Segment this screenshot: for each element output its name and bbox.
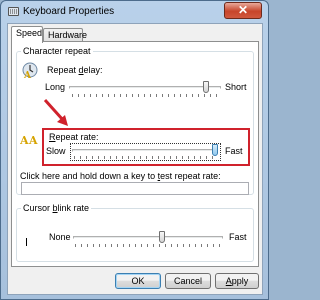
svg-text:A: A [20,134,29,146]
repeat-delay-slider-track[interactable] [69,86,221,89]
dialog-client-area: Speed Hardware Character repeat A Repeat… [7,23,263,295]
svg-text:A: A [28,134,38,146]
keyboard-icon [8,7,19,16]
cursor-blink-slider-thumb[interactable] [159,231,166,243]
cursor-blink-label: Cursor blink rate [21,203,92,213]
cursor-preview-icon [26,238,27,246]
repeat-delay-max-label: Short [225,82,247,92]
cursor-blink-min-label: None [49,232,71,242]
cursor-blink-group: Cursor blink rate None Fast [16,203,254,262]
annotation-arrow [43,98,68,126]
repeat-delay-min-label: Long [45,82,66,92]
close-button[interactable]: ✕ [224,2,262,19]
annotation-highlight-box [42,128,250,166]
title-bar[interactable]: Keyboard Properties ✕ [1,1,268,23]
cursor-blink-ticks [75,244,221,247]
cancel-button[interactable]: Cancel [165,273,211,289]
repeat-rate-icon: A A [20,134,38,146]
tab-hardware[interactable]: Hardware [43,28,87,42]
keyboard-properties-window: Keyboard Properties ✕ Speed Hardware Cha… [0,0,269,300]
speed-tab-panel: Character repeat A Repeat delay: Long Sh… [11,41,259,267]
character-repeat-label: Character repeat [21,46,93,56]
tab-speed[interactable]: Speed [11,26,43,43]
ok-button[interactable]: OK [115,273,161,289]
test-repeat-prompt: Click here and hold down a key to test r… [20,171,221,181]
cursor-blink-max-label: Fast [229,232,247,242]
keyboard-delay-icon: A [22,62,38,79]
repeat-delay-slider-thumb[interactable] [203,81,210,93]
apply-button[interactable]: Apply [215,273,259,289]
character-repeat-group: Character repeat A Repeat delay: Long Sh… [16,46,254,195]
repeat-delay-label: Repeat delay: [47,65,103,75]
window-title: Keyboard Properties [23,6,115,17]
svg-text:A: A [23,71,32,79]
test-repeat-input[interactable] [21,182,249,195]
cursor-blink-slider-track[interactable] [73,236,223,239]
repeat-delay-ticks [72,94,218,97]
